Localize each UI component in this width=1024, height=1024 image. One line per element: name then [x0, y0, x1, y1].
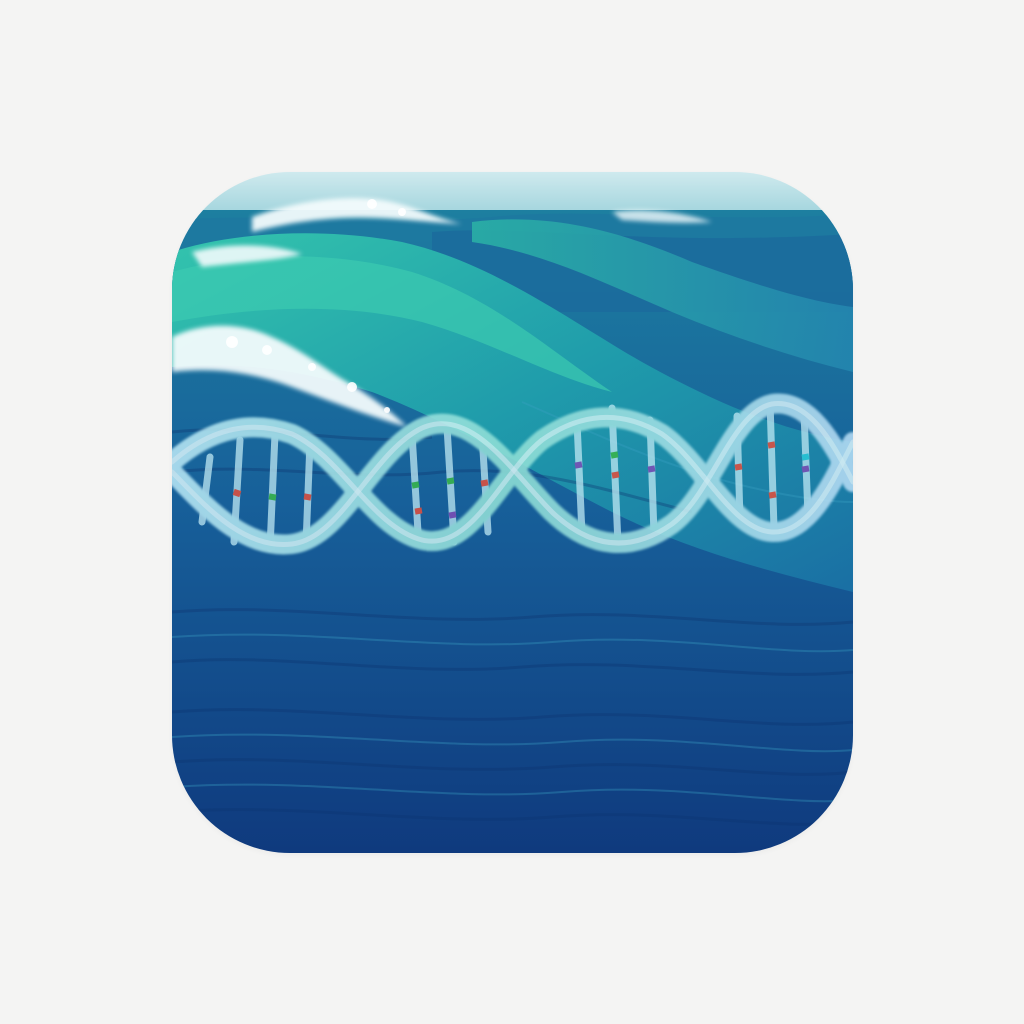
- ocean-dna-artwork: [172, 172, 853, 853]
- page-background: [0, 0, 1024, 1024]
- app-icon[interactable]: [172, 172, 853, 853]
